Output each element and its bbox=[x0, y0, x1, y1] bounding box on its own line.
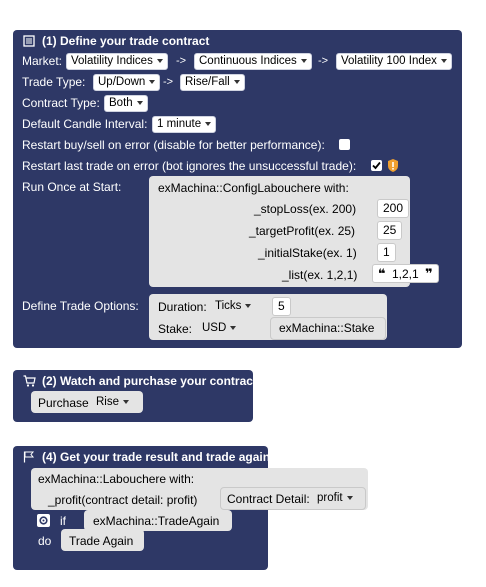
do-label: do bbox=[38, 534, 52, 548]
market-value: Volatility Indices bbox=[71, 55, 153, 67]
block1-title: (1) Define your trade contract bbox=[42, 34, 210, 48]
contract-detail-value: profit bbox=[317, 492, 343, 504]
candle-interval-value: 1 minute bbox=[157, 118, 202, 130]
gear-icon[interactable] bbox=[37, 514, 50, 527]
block2-title: (2) Watch and purchase your contract bbox=[42, 374, 257, 388]
symbol-dropdown[interactable]: Volatility 100 Index bbox=[336, 53, 452, 70]
contract-type-dropdown[interactable]: Both bbox=[104, 95, 148, 112]
flag-icon bbox=[23, 451, 35, 463]
market-arrow-2: -> bbox=[318, 55, 329, 67]
chevron-down-icon bbox=[300, 58, 307, 63]
cart-icon bbox=[23, 375, 36, 387]
define-trade-options-label: Define Trade Options: bbox=[22, 299, 139, 313]
chevron-down-icon bbox=[123, 399, 130, 404]
candle-interval-label: Default Candle Interval: bbox=[22, 117, 148, 131]
chevron-down-icon bbox=[233, 79, 240, 84]
submarket-value: Continuous Indices bbox=[199, 55, 297, 67]
chevron-down-icon bbox=[440, 58, 447, 63]
trade-type-value: Rise/Fall bbox=[185, 76, 230, 88]
duration-label: Duration: bbox=[158, 300, 207, 314]
purchase-dropdown[interactable]: Rise bbox=[92, 395, 134, 410]
block4-title: (4) Get your trade result and trade agai… bbox=[42, 450, 271, 464]
initial-stake-label: _initialStake(ex. 1) bbox=[258, 246, 357, 260]
stop-loss-input[interactable]: 200 bbox=[377, 199, 410, 218]
stop-loss-label: _stopLoss(ex. 200) bbox=[254, 202, 357, 216]
trade-again-label: Trade Again bbox=[69, 534, 134, 548]
market-dropdown[interactable]: Volatility Indices bbox=[66, 53, 168, 70]
contract-type-label: Contract Type: bbox=[22, 96, 100, 110]
chevron-down-icon bbox=[156, 58, 163, 63]
market-arrow-1: -> bbox=[176, 55, 187, 67]
run-once-label: Run Once at Start: bbox=[22, 180, 122, 194]
quote-close-icon: ❞ bbox=[425, 266, 433, 281]
initial-stake-input[interactable]: 1 bbox=[377, 243, 396, 262]
quote-open-icon: ❝ bbox=[378, 266, 386, 281]
chevron-down-icon bbox=[136, 100, 143, 105]
chevron-down-icon bbox=[346, 495, 353, 500]
trade-type-label: Trade Type: bbox=[22, 75, 86, 89]
restart-last-trade-checkbox[interactable] bbox=[371, 160, 382, 171]
labouchere-title: exMachina::Labouchere with: bbox=[38, 472, 195, 486]
restart-on-error-label: Restart buy/sell on error (disable for b… bbox=[22, 138, 325, 152]
contract-type-value: Both bbox=[109, 97, 133, 109]
target-profit-label: _targetProfit(ex. 25) bbox=[249, 224, 356, 238]
submarket-dropdown[interactable]: Continuous Indices bbox=[194, 53, 312, 70]
warning-icon[interactable] bbox=[388, 159, 398, 172]
profit-label: _profit(contract detail: profit) bbox=[48, 493, 198, 507]
trade-type-dropdown[interactable]: Rise/Fall bbox=[180, 74, 245, 91]
currency-dropdown[interactable]: USD bbox=[198, 321, 241, 336]
market-label: Market: bbox=[22, 54, 63, 68]
duration-unit-value: Ticks bbox=[215, 300, 242, 312]
trade-type-arrow: -> bbox=[163, 76, 174, 88]
target-profit-input[interactable]: 25 bbox=[377, 221, 403, 240]
list-value[interactable]: 1,2,1 bbox=[392, 267, 419, 281]
config-labouchere-title: exMachina::ConfigLabouchere with: bbox=[158, 181, 349, 195]
restart-on-error-checkbox[interactable] bbox=[339, 139, 350, 150]
symbol-value: Volatility 100 Index bbox=[341, 55, 437, 67]
currency-value: USD bbox=[202, 322, 227, 334]
trade-category-dropdown[interactable]: Up/Down bbox=[93, 74, 161, 91]
block-menu-icon[interactable] bbox=[23, 35, 35, 47]
candle-interval-dropdown[interactable]: 1 minute bbox=[152, 116, 217, 133]
duration-input[interactable]: 5 bbox=[272, 297, 291, 316]
list-label: _list(ex. 1,2,1) bbox=[282, 268, 358, 282]
purchase-label: Purchase bbox=[38, 396, 89, 410]
purchase-value: Rise bbox=[96, 396, 120, 408]
contract-detail-dropdown[interactable]: profit bbox=[313, 491, 357, 506]
list-text-block[interactable]: ❝ 1,2,1 ❞ bbox=[372, 264, 439, 283]
chevron-down-icon bbox=[149, 79, 156, 84]
chevron-down-icon bbox=[230, 325, 237, 330]
trade-again-fn-label: exMachina::TradeAgain bbox=[93, 514, 220, 528]
if-label: if bbox=[60, 514, 66, 528]
chevron-down-icon bbox=[245, 303, 252, 308]
chevron-down-icon bbox=[205, 121, 212, 126]
checkmark-icon bbox=[372, 161, 381, 170]
trade-category-value: Up/Down bbox=[98, 76, 146, 88]
stake-label: Stake: bbox=[158, 322, 193, 336]
restart-last-trade-label: Restart last trade on error (bot ignores… bbox=[22, 159, 357, 173]
duration-unit-dropdown[interactable]: Ticks bbox=[211, 299, 256, 314]
stake-function-label: exMachina::Stake bbox=[279, 321, 375, 335]
contract-detail-label: Contract Detail: bbox=[227, 492, 310, 506]
